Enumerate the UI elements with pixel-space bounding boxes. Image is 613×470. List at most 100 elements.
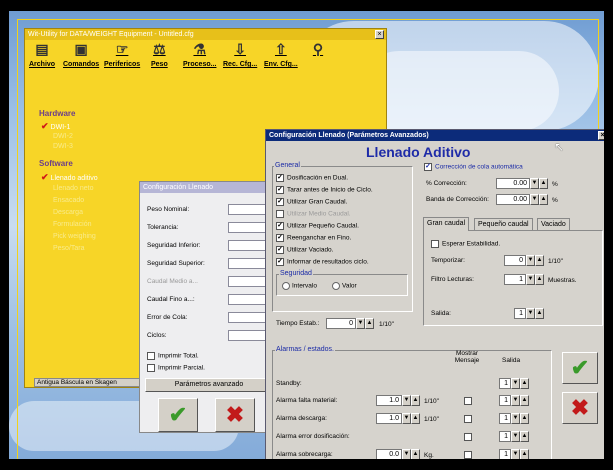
spin-down-icon[interactable]: ▼ [530, 178, 539, 189]
toolbar-rec-cfg[interactable]: ⇩ Rec. Cfg... [223, 41, 257, 68]
spin-down-icon[interactable]: ▼ [511, 395, 520, 406]
spin-down-icon[interactable]: ▼ [356, 318, 365, 329]
correccion-cola-checkbox[interactable]: ✓ Corrección de cola automática [424, 163, 523, 171]
toolbar-peso[interactable]: ⚖ Peso [151, 41, 168, 68]
adv-ok-button[interactable]: ✔ [562, 352, 598, 384]
mostrar-checkbox[interactable] [464, 433, 472, 441]
tiempo-input[interactable]: 0 [326, 318, 356, 329]
spin-up-icon[interactable]: ▲ [539, 178, 548, 189]
alarm-label: Alarma falta material: [276, 397, 338, 404]
toolbar-network[interactable]: ⚲ [310, 41, 326, 61]
spin-down-icon[interactable]: ▼ [402, 413, 411, 424]
parametros-avanzados-button[interactable]: Parámetros avanzado [145, 378, 273, 392]
esperar-checkbox[interactable]: Esperar Estabilidad. [431, 240, 500, 248]
toolbar-env-cfg[interactable]: ⇧ Env. Cfg... [264, 41, 298, 68]
filtro-input[interactable]: 1 [504, 274, 526, 285]
tree-item-sw[interactable]: Descarga [53, 209, 83, 216]
spin-up-icon[interactable]: ▲ [365, 318, 374, 329]
spin-down-icon[interactable]: ▼ [511, 413, 520, 424]
alarm-unit: Kg. [424, 452, 434, 459]
informar-checkbox[interactable]: ✓ Informar de resultados ciclo. [276, 258, 369, 266]
reenganchar-checkbox[interactable]: ✓ Reenganchar en Fino. [276, 234, 351, 242]
spin-up-icon[interactable]: ▲ [520, 378, 529, 389]
alarm-out-input[interactable]: 1 [499, 449, 511, 459]
mostrar-checkbox[interactable] [464, 415, 472, 423]
alarm-value-input[interactable]: 0.0 [376, 449, 402, 459]
process-icon: ⚗ [193, 41, 207, 57]
salida-input[interactable]: 1 [514, 308, 526, 319]
tab-gran-caudal[interactable]: Gran caudal [423, 217, 470, 231]
tree-item-sw[interactable]: Peso/Tara [53, 245, 85, 252]
mostrar-checkbox[interactable] [464, 397, 472, 405]
adv-cancel-button[interactable]: ✖ [562, 392, 598, 424]
tree-item-sw[interactable]: Formulación [53, 221, 92, 228]
tree-item-sw[interactable]: Ensacado [53, 197, 84, 204]
spin-up-icon[interactable]: ▲ [535, 255, 544, 266]
toolbar-proceso[interactable]: ⚗ Proceso... [183, 41, 216, 68]
spin-down-icon[interactable]: ▼ [526, 308, 535, 319]
tree-item-dwi-1[interactable]: ✔ DWI-1 [41, 121, 70, 132]
temporizar-input[interactable]: 0 [504, 255, 526, 266]
intervalo-radio[interactable]: Intervalo [282, 282, 317, 290]
vaciado-checkbox[interactable]: ✓ Utilizar Vaciado. [276, 246, 333, 254]
imprimir-total-checkbox[interactable]: Imprimir Total. [147, 352, 199, 360]
pct-correccion-input[interactable]: 0.00 [496, 178, 530, 189]
spin-up-icon[interactable]: ▲ [520, 449, 529, 459]
valor-radio[interactable]: Valor [332, 282, 357, 290]
spin-down-icon[interactable]: ▼ [511, 449, 520, 459]
spin-down-icon[interactable]: ▼ [526, 255, 535, 266]
cfg-title-bar[interactable]: Configuración Llenado [140, 182, 272, 193]
dosificacion-dual-checkbox[interactable]: ✓ Dosificación en Dual. [276, 174, 348, 182]
close-icon[interactable]: × [598, 131, 604, 140]
tiempo-label: Tiempo Estab.: [276, 320, 320, 327]
spin-up-icon[interactable]: ▲ [535, 308, 544, 319]
toolbar-perifericos[interactable]: ☞ Perifericos [104, 41, 140, 68]
spin-up-icon[interactable]: ▲ [520, 413, 529, 424]
alarm-value-input[interactable]: 1.0 [376, 413, 402, 424]
alarm-label: Alarma descarga: [276, 415, 327, 422]
alarm-value-input[interactable]: 1.0 [376, 395, 402, 406]
alarm-out-input[interactable]: 1 [499, 413, 511, 424]
mostrar-checkbox[interactable] [464, 451, 472, 459]
spin-up-icon[interactable]: ▲ [539, 194, 548, 205]
spin-up-icon[interactable]: ▲ [411, 449, 420, 459]
banda-input[interactable]: 0.00 [496, 194, 530, 205]
alarm-out-input[interactable]: 1 [499, 395, 511, 406]
tree-software[interactable]: Software [39, 159, 73, 168]
spin-up-icon[interactable]: ▲ [535, 274, 544, 285]
tarar-checkbox[interactable]: ✓ Tarar antes de Inicio de Ciclo. [276, 186, 373, 194]
main-title-bar[interactable]: Wit-Utility for DATA/WEIGHT Equipment - … [25, 29, 386, 40]
banda-unit: % [552, 197, 558, 204]
ok-button[interactable]: ✔ [158, 398, 198, 432]
spin-down-icon[interactable]: ▼ [526, 274, 535, 285]
cancel-button[interactable]: ✖ [215, 398, 255, 432]
spin-down-icon[interactable]: ▼ [511, 431, 520, 442]
tree-item-llenado-aditivo[interactable]: ✔ Llenado aditivo [41, 172, 98, 183]
spin-up-icon[interactable]: ▲ [411, 413, 420, 424]
pequeno-caudal-checkbox[interactable]: ✓ Utilizar Pequeño Caudal. [276, 222, 359, 230]
tree-item-dwi-3[interactable]: DWI-3 [53, 143, 73, 150]
imprimir-parcial-checkbox[interactable]: Imprimir Parcial. [147, 364, 205, 372]
toolbar-comandos[interactable]: ▣ Comandos [63, 41, 99, 68]
tree-item-sw[interactable]: Pick weighing [53, 233, 96, 240]
field-label: Peso Nominal: [147, 206, 190, 213]
spin-down-icon[interactable]: ▼ [530, 194, 539, 205]
tree-item-sw[interactable]: Llenado neto [53, 185, 93, 192]
medio-caudal-checkbox[interactable]: Utilizar Medio Caudal. [276, 210, 351, 218]
alarm-out-input[interactable]: 1 [499, 431, 511, 442]
close-icon[interactable]: × [375, 30, 384, 39]
toolbar-archivo[interactable]: ▤ Archivo [29, 41, 55, 68]
salida-header: Salida [502, 357, 521, 364]
spin-up-icon[interactable]: ▲ [411, 395, 420, 406]
spin-down-icon[interactable]: ▼ [402, 395, 411, 406]
spin-down-icon[interactable]: ▼ [402, 449, 411, 459]
gran-caudal-checkbox[interactable]: ✓ Utilizar Gran Caudal. [276, 198, 347, 206]
seguridad-label: Seguridad [279, 270, 313, 277]
tree-hardware[interactable]: Hardware [39, 109, 75, 118]
spin-down-icon[interactable]: ▼ [511, 378, 520, 389]
spin-up-icon[interactable]: ▲ [520, 431, 529, 442]
tree-item-dwi-2[interactable]: DWI-2 [53, 133, 73, 140]
alarm-unit: 1/10" [424, 416, 439, 423]
alarm-out-input[interactable]: 1 [499, 378, 511, 389]
spin-up-icon[interactable]: ▲ [520, 395, 529, 406]
